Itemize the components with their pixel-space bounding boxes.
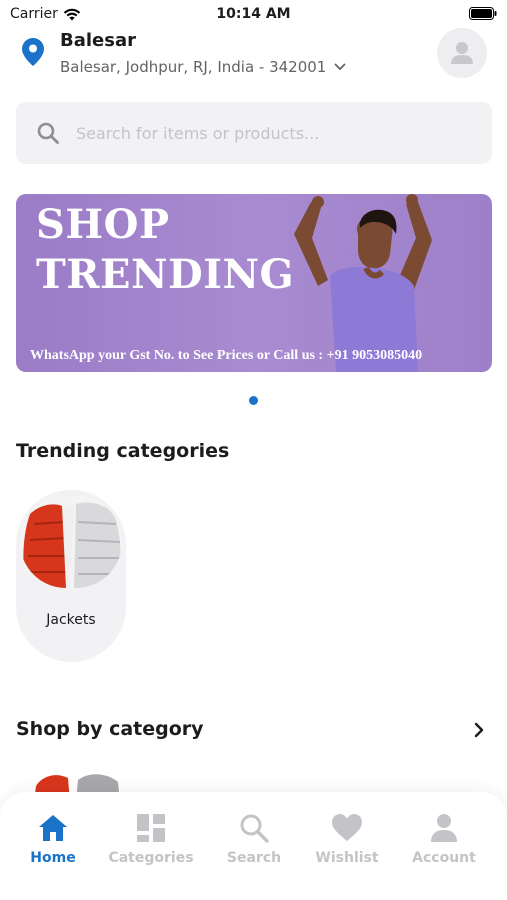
chevron-down-icon	[334, 63, 346, 70]
banner-caption: WhatsApp your Gst No. to See Prices or C…	[30, 348, 423, 363]
tab-wishlist-label: Wishlist	[315, 850, 379, 866]
promo-banner[interactable]: SHOP TRENDING WhatsApp your Gst No. to S…	[16, 194, 492, 372]
clock: 10:14 AM	[216, 6, 291, 22]
tab-categories[interactable]: Categories	[101, 812, 201, 866]
tab-search-label: Search	[226, 850, 282, 866]
tab-categories-label: Categories	[108, 850, 194, 866]
search-bar[interactable]	[16, 102, 492, 164]
tab-home-label: Home	[30, 850, 76, 866]
section-title-trending: Trending categories	[16, 440, 230, 462]
search-icon	[240, 814, 269, 843]
categories-icon	[137, 814, 165, 842]
tab-account-label: Account	[412, 850, 476, 866]
category-label: Jackets	[46, 612, 96, 628]
user-icon	[431, 814, 457, 842]
section-title-shop-by-category: Shop by category	[16, 718, 204, 740]
tab-account[interactable]: Account	[394, 812, 494, 866]
search-input[interactable]	[76, 123, 476, 143]
location-address: Balesar, Jodhpur, RJ, India - 342001	[60, 58, 346, 76]
location-selector[interactable]: Balesar Balesar, Jodhpur, RJ, India - 34…	[20, 28, 487, 84]
status-bar: Carrier 10:14 AM	[0, 0, 507, 28]
user-icon	[451, 42, 473, 64]
banner-model-image	[294, 194, 432, 372]
profile-avatar-button[interactable]	[437, 28, 487, 78]
battery-icon	[469, 7, 497, 20]
jacket-image	[20, 496, 122, 588]
location-address-text: Balesar, Jodhpur, RJ, India - 342001	[60, 58, 327, 76]
home-icon	[39, 815, 67, 841]
tab-wishlist[interactable]: Wishlist	[297, 812, 397, 866]
search-icon	[37, 122, 59, 144]
category-card-jackets[interactable]: Jackets	[16, 490, 126, 662]
bottom-tab-bar: Home Categories Search Wishlist Account	[0, 792, 507, 900]
tab-search[interactable]: Search	[204, 812, 304, 866]
location-pin-icon	[22, 38, 44, 66]
carousel-page-indicator[interactable]	[249, 396, 258, 405]
heart-icon	[332, 814, 362, 841]
chevron-right-icon[interactable]	[473, 722, 485, 738]
tab-home[interactable]: Home	[3, 812, 103, 866]
banner-title: SHOP TRENDING	[36, 201, 295, 298]
location-title: Balesar	[60, 30, 136, 51]
